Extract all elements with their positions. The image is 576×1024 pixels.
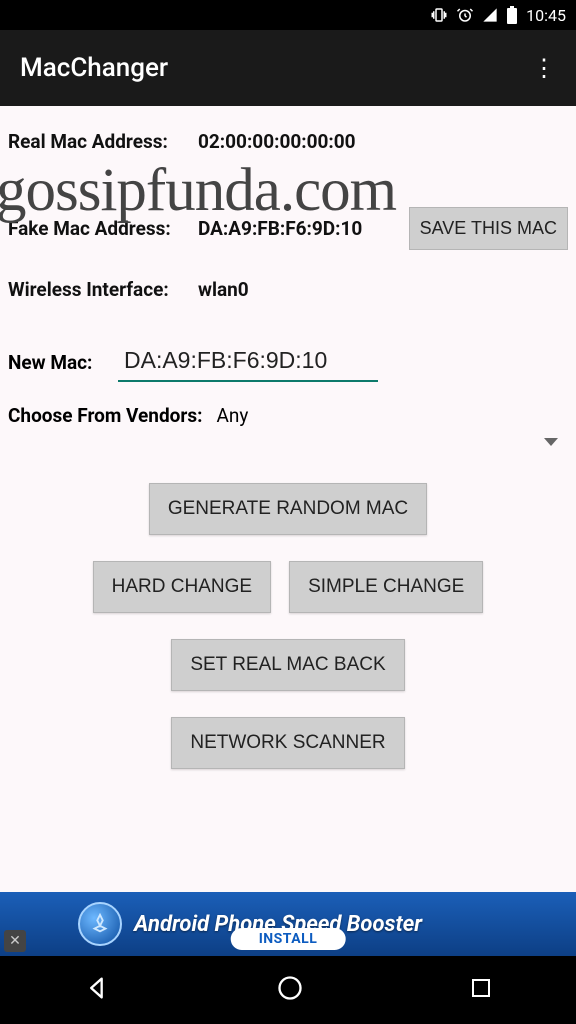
ad-logo-icon — [78, 902, 122, 946]
new-mac-row: New Mac: — [8, 343, 568, 382]
fake-mac-value: DA:A9:FB:F6:9D:10 — [198, 217, 362, 240]
simple-change-button[interactable]: SIMPLE CHANGE — [289, 561, 483, 613]
main-content: gossipfunda.com Real Mac Address: 02:00:… — [0, 106, 576, 892]
ad-install-button[interactable]: INSTALL — [231, 928, 346, 950]
vendor-dropdown-icon[interactable] — [544, 438, 558, 446]
real-mac-value: 02:00:00:00:00:00 — [198, 130, 356, 153]
new-mac-input[interactable] — [118, 343, 378, 382]
ad-title: Android Phone Speed Booster — [134, 912, 562, 937]
back-icon[interactable] — [83, 974, 111, 1006]
app-title: MacChanger — [20, 53, 168, 83]
real-mac-row: Real Mac Address: 02:00:00:00:00:00 — [8, 130, 568, 153]
hard-change-button[interactable]: HARD CHANGE — [93, 561, 271, 613]
vendor-value: Any — [216, 404, 248, 427]
action-bar: MacChanger ⋮ — [0, 30, 576, 106]
real-mac-label: Real Mac Address: — [8, 130, 198, 153]
wireless-label: Wireless Interface: — [8, 278, 198, 301]
ad-close-icon[interactable]: ✕ — [4, 930, 26, 952]
status-bar: 10:45 — [0, 0, 576, 30]
vibrate-icon — [430, 6, 448, 24]
new-mac-label: New Mac: — [8, 351, 118, 374]
fake-mac-row: Fake Mac Address: DA:A9:FB:F6:9D:10 SAVE… — [8, 207, 568, 250]
change-buttons-row: HARD CHANGE SIMPLE CHANGE — [93, 561, 484, 613]
alarm-icon — [456, 6, 474, 24]
ad-banner[interactable]: ✕ Android Phone Speed Booster INSTALL — [0, 892, 576, 956]
network-scanner-button[interactable]: NETWORK SCANNER — [171, 717, 404, 769]
home-icon[interactable] — [276, 974, 304, 1006]
generate-random-button[interactable]: GENERATE RANDOM MAC — [149, 483, 427, 535]
wireless-value: wlan0 — [198, 278, 249, 301]
button-area: GENERATE RANDOM MAC HARD CHANGE SIMPLE C… — [8, 483, 568, 769]
recent-apps-icon[interactable] — [469, 976, 493, 1004]
overflow-menu-icon[interactable]: ⋮ — [532, 54, 556, 82]
wireless-row: Wireless Interface: wlan0 — [8, 278, 568, 301]
battery-icon — [506, 6, 518, 24]
signal-icon — [482, 7, 498, 23]
vendor-label: Choose From Vendors: — [8, 404, 202, 427]
navigation-bar — [0, 956, 576, 1024]
vendor-row: Choose From Vendors: Any — [8, 404, 568, 427]
set-real-mac-button[interactable]: SET REAL MAC BACK — [171, 639, 404, 691]
clock: 10:45 — [526, 6, 566, 25]
fake-mac-label: Fake Mac Address: — [8, 217, 198, 240]
save-mac-button[interactable]: SAVE THIS MAC — [409, 207, 568, 250]
